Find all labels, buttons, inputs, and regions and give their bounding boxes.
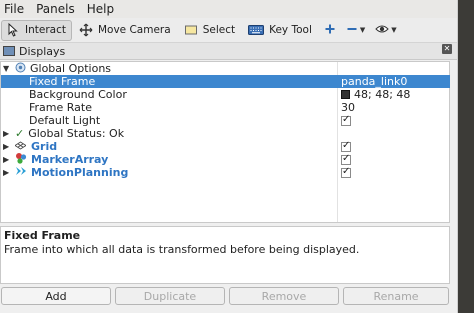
tree-row-background-color[interactable]: Background Color 48; 48; 48 [1,88,450,101]
fixed-frame-label: Fixed Frame [29,75,96,88]
minus-icon [346,23,358,38]
move-camera-icon [79,23,93,37]
tree-row-fixed-frame[interactable]: Fixed Frame panda_link0 [1,75,450,88]
tree-row-global-options[interactable]: ▼ Global Options [1,62,450,75]
background-color-text: 48; 48; 48 [354,88,411,101]
tree-row-frame-rate[interactable]: Frame Rate 30 [1,101,450,114]
expand-arrow-icon[interactable]: ▼ [3,64,9,73]
motion-planning-icon [15,165,27,180]
move-camera-tool-button[interactable]: Move Camera [74,20,177,41]
displays-panel-header: Displays ✕ [0,43,457,60]
close-icon[interactable]: ✕ [442,44,452,54]
desktop-background-strip [458,0,474,313]
description-text: Frame into which all data is transformed… [4,243,360,256]
keyboard-icon [248,23,265,37]
motion-planning-enabled [341,166,351,178]
remove-tool-button[interactable]: ▼ [342,20,369,41]
global-status-label: Global Status: Ok [28,127,125,140]
add-button[interactable]: Add [1,287,111,305]
display-buttons: Add Duplicate Remove Rename [0,287,458,307]
motion-planning-checkbox[interactable] [341,166,351,178]
menu-help[interactable]: Help [87,2,114,16]
frame-rate-label: Frame Rate [29,101,92,114]
grid-checkbox[interactable] [341,140,351,152]
default-light-checkbox[interactable] [341,114,351,126]
default-light-label: Default Light [29,114,101,127]
eye-icon [375,23,389,38]
rviz-window: File Panels Help Interact Move Camera Se… [0,0,458,313]
collapse-arrow-icon[interactable]: ▶ [3,168,9,177]
tree-row-global-status[interactable]: ▶ ✓ Global Status: Ok [1,127,450,140]
view-options-button[interactable]: ▼ [371,20,400,41]
interact-label: Interact [25,24,66,36]
menubar: File Panels Help [0,0,457,18]
row-name: Global Options [15,62,111,76]
select-tool-button[interactable]: Select [179,20,241,41]
move-camera-label: Move Camera [97,24,171,36]
gear-icon [15,62,26,76]
select-icon [184,23,198,37]
menu-panels[interactable]: Panels [36,2,75,16]
key-tool-button[interactable]: Key Tool [243,20,318,41]
tree-row-default-light[interactable]: Default Light [1,114,450,127]
marker-array-checkbox[interactable] [341,153,351,165]
tree-row-motion-planning[interactable]: ▶ MotionPlanning [1,166,450,179]
menu-file[interactable]: File [4,2,24,16]
default-light-value [341,114,351,126]
grid-enabled [341,140,351,152]
marker-array-enabled [341,153,351,165]
fixed-frame-value[interactable]: panda_link0 [341,75,407,88]
plus-icon [324,23,336,38]
background-color-value[interactable]: 48; 48; 48 [341,88,410,101]
color-swatch [341,90,350,99]
property-description: Fixed Frame Frame into which all data is… [0,226,450,284]
collapse-arrow-icon[interactable]: ▶ [3,129,9,138]
select-label: Select [202,24,236,36]
duplicate-button[interactable]: Duplicate [115,287,225,305]
description-title: Fixed Frame [4,229,81,242]
collapse-arrow-icon[interactable]: ▶ [3,155,9,164]
displays-tree: ▼ Global Options Fixed Frame panda_link0… [0,61,450,223]
interact-tool-button[interactable]: Interact [1,19,72,41]
rename-button[interactable]: Rename [343,287,449,305]
chevron-down-icon: ▼ [391,26,397,34]
check-icon: ✓ [15,127,25,140]
add-tool-button[interactable] [320,20,340,41]
monitor-icon [3,46,15,56]
panel-title: Displays [19,44,66,58]
chevron-down-icon: ▼ [359,26,366,34]
motion-planning-label: MotionPlanning [31,166,129,179]
frame-rate-value[interactable]: 30 [341,101,355,114]
toolbar: Interact Move Camera Select Key Tool ▼ ▼ [0,18,457,43]
global-options-label: Global Options [30,62,112,75]
row-name: MotionPlanning [15,165,128,180]
key-tool-label: Key Tool [269,24,312,36]
remove-button[interactable]: Remove [229,287,339,305]
background-color-label: Background Color [29,88,127,101]
row-name: ✓ Global Status: Ok [15,127,124,140]
collapse-arrow-icon[interactable]: ▶ [3,142,9,151]
interact-icon [6,22,20,37]
